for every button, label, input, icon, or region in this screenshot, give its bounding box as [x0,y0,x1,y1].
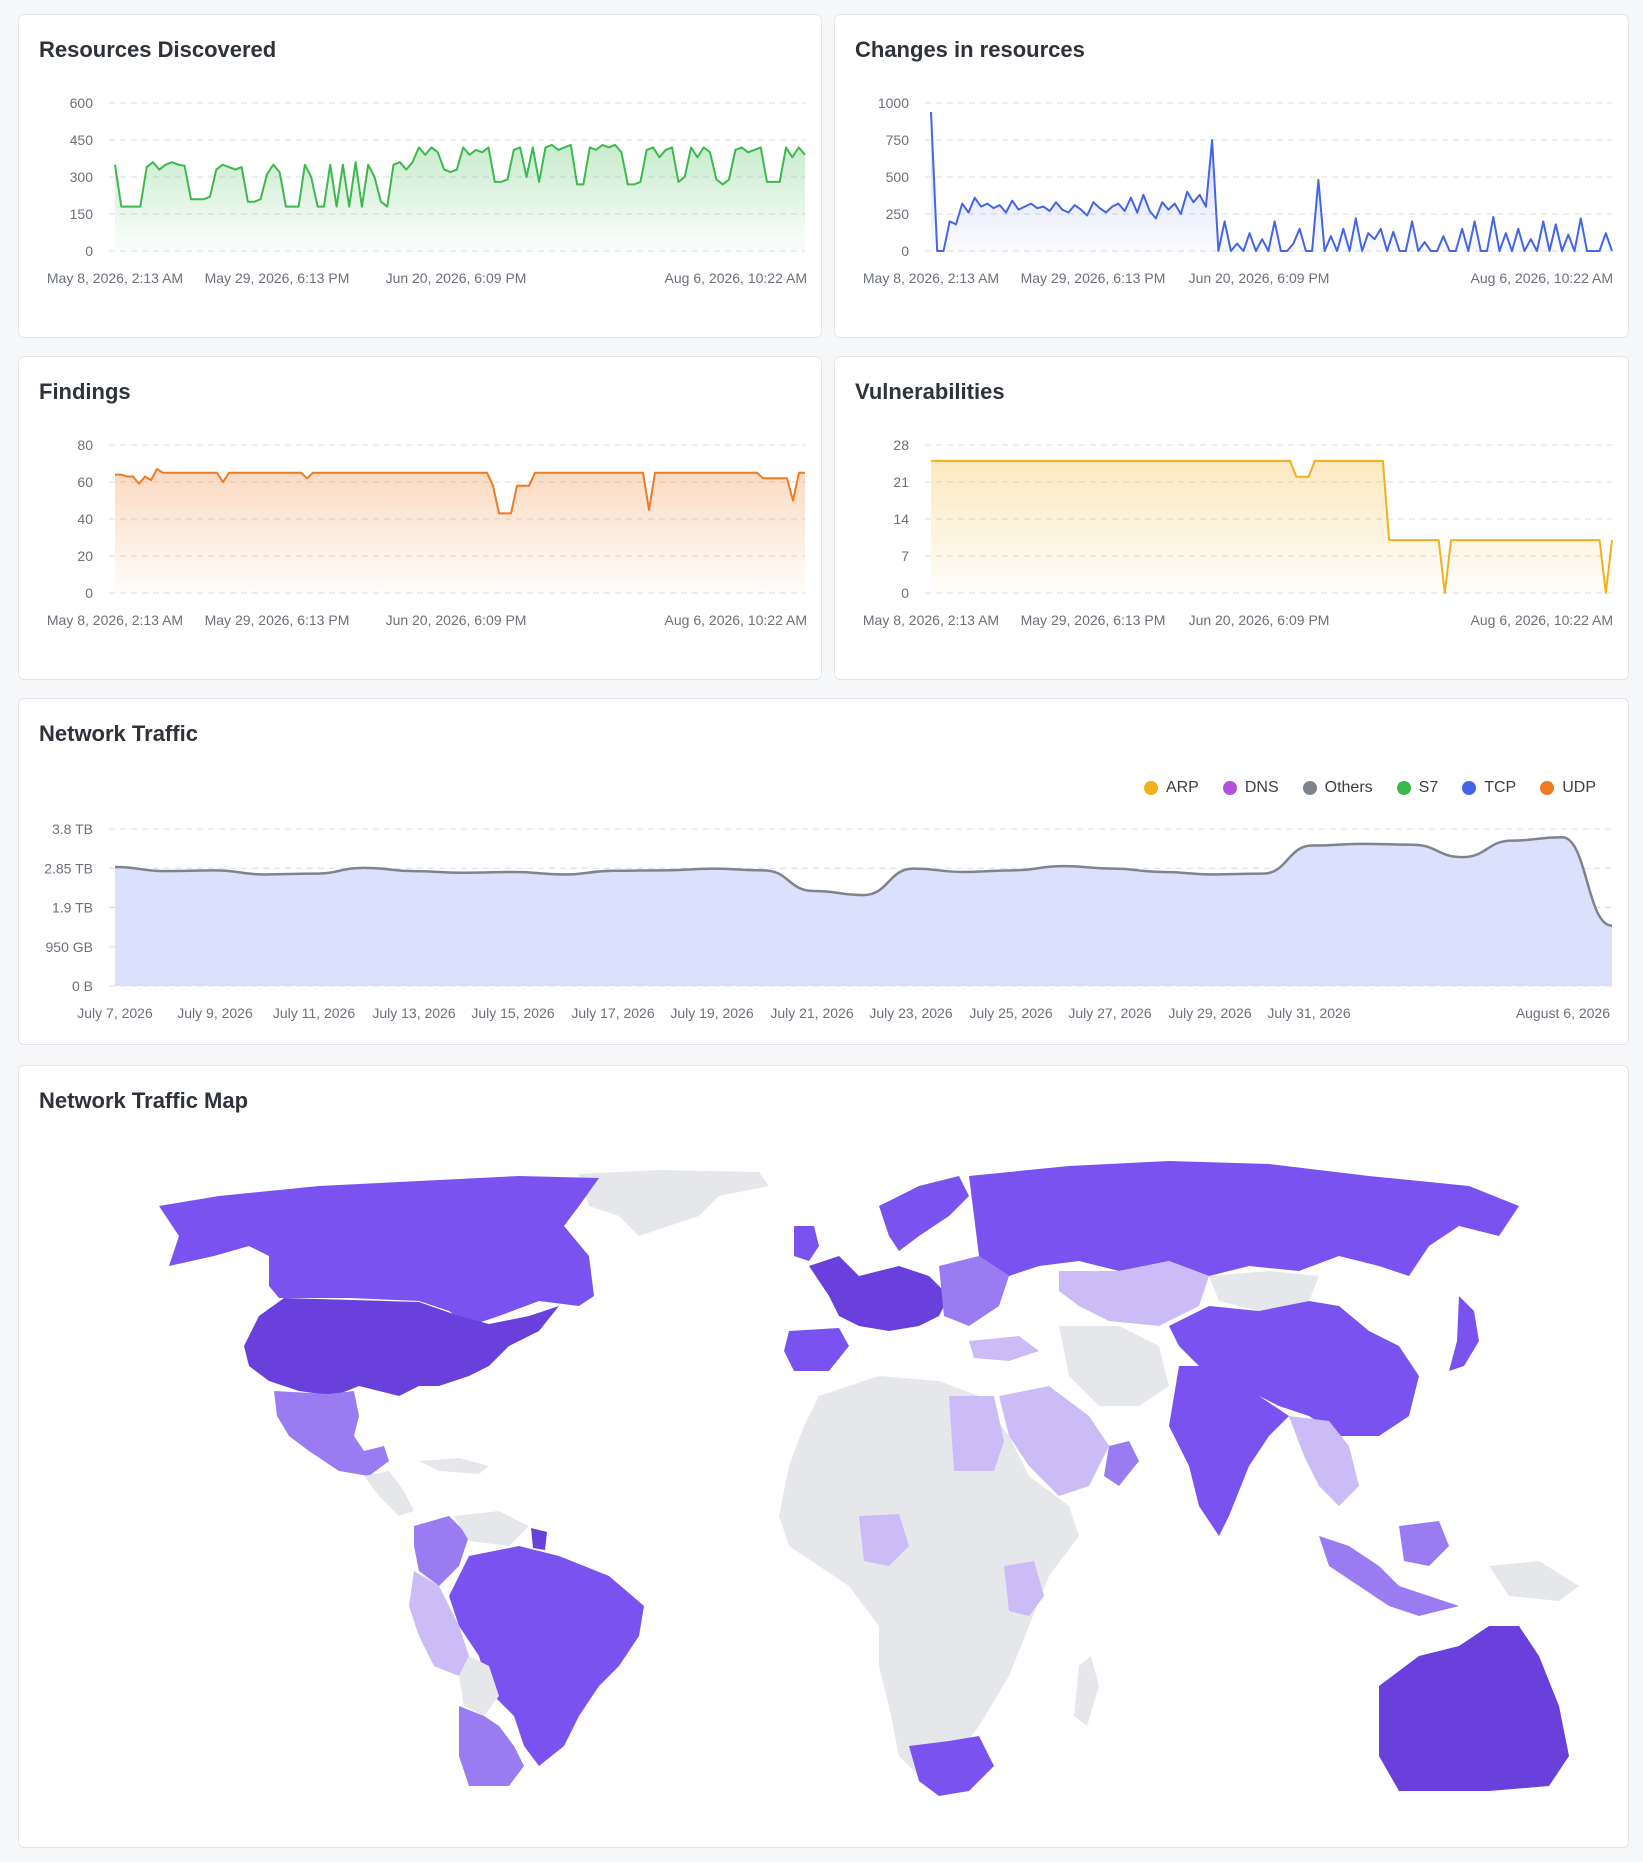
x-tick-label: July 29, 2026 [1168,1005,1251,1021]
map-region-argentina[interactable] [459,1706,524,1786]
x-tick-label: May 29, 2026, 6:13 PM [1021,270,1166,286]
x-tick-label: May 29, 2026, 6:13 PM [1021,612,1166,628]
map-region-scandinavia[interactable] [879,1176,969,1251]
map-region-papua[interactable] [1489,1561,1579,1601]
map-region-uk[interactable] [794,1226,819,1261]
y-tick-label: 300 [70,169,94,185]
changes-in-resources-card: Changes in resources 0 250 500 750 1000 May 8… [834,14,1629,338]
x-tick-label: July 15, 2026 [471,1005,554,1021]
y-tick-label: 750 [886,132,910,148]
x-tick-label: Aug 6, 2026, 10:22 AM [665,270,807,286]
findings-card: Findings 0 20 40 60 80 May 8, 2026, 2:13 AM Ma… [18,356,822,680]
y-tick-label: 450 [70,132,94,148]
map-region-borneo[interactable] [1399,1521,1449,1566]
vulnerabilities-card: Vulnerabilities 0 7 14 21 28 May 8, 2026, 2:1… [834,356,1629,680]
x-tick-label: July 31, 2026 [1267,1005,1350,1021]
map-region-western-europe[interactable] [809,1256,949,1331]
map-region-japan[interactable] [1449,1296,1479,1371]
map-region-turkey[interactable] [969,1336,1039,1361]
y-tick-label: 21 [893,474,909,490]
x-tick-label: Jun 20, 2026, 6:09 PM [386,270,527,286]
map-region-south-africa[interactable] [909,1736,994,1796]
y-tick-label: 60 [77,474,93,490]
network-traffic-card: Network Traffic ARP DNS Others S7 TCP UD… [18,698,1629,1045]
x-tick-label: July 25, 2026 [969,1005,1052,1021]
y-tick-label: 500 [886,169,910,185]
network-traffic-chart: 0 B 950 GB 1.9 TB 2.85 TB 3.8 TB July 7, 2026… [44,821,1613,1021]
y-tick-label: 2.85 TB [44,860,93,876]
y-tick-label: 40 [77,511,93,527]
y-tick-label: 950 GB [46,939,93,955]
x-tick-label: Jun 20, 2026, 6:09 PM [1189,612,1330,628]
y-tick-label: 150 [70,206,94,222]
y-tick-label: 600 [70,95,94,111]
x-tick-label: May 29, 2026, 6:13 PM [205,270,350,286]
x-tick-label: July 27, 2026 [1068,1005,1151,1021]
world-map[interactable] [19,1066,1630,1849]
x-tick-label: Jun 20, 2026, 6:09 PM [386,612,527,628]
map-region-russia[interactable] [969,1161,1519,1276]
y-tick-label: 0 [85,243,93,259]
y-tick-label: 0 [901,585,909,601]
x-tick-label: July 9, 2026 [177,1005,253,1021]
x-tick-label: May 8, 2026, 2:13 AM [47,270,183,286]
x-tick-label: Aug 6, 2026, 10:22 AM [665,612,807,628]
y-tick-label: 3.8 TB [52,821,93,837]
map-region-mexico[interactable] [274,1391,389,1476]
map-region-caribbean[interactable] [419,1458,489,1474]
x-tick-label: May 8, 2026, 2:13 AM [863,270,999,286]
changes-in-resources-chart: 0 250 500 750 1000 May 8, 2026, 2:13 AM May 29… [863,95,1613,286]
x-tick-label: July 23, 2026 [869,1005,952,1021]
x-tick-label: July 17, 2026 [571,1005,654,1021]
map-region-guyana[interactable] [531,1528,547,1550]
map-region-iran[interactable] [1059,1326,1169,1406]
resources-discovered-chart: 0 150 300 450 600 May 8, 2026, 2:13 AM May 29,… [47,95,807,286]
x-tick-label: July 19, 2026 [670,1005,753,1021]
y-tick-label: 1.9 TB [52,900,93,916]
map-region-madagascar[interactable] [1074,1656,1099,1726]
y-tick-label: 80 [77,437,93,453]
x-tick-label: May 8, 2026, 2:13 AM [47,612,183,628]
x-tick-label: May 8, 2026, 2:13 AM [863,612,999,628]
y-tick-label: 20 [77,548,93,564]
map-region-central-america[interactable] [364,1471,414,1516]
x-tick-label: Aug 6, 2026, 10:22 AM [1471,612,1613,628]
network-traffic-map-card: Network Traffic Map [18,1065,1629,1848]
x-tick-label: Jun 20, 2026, 6:09 PM [1189,270,1330,286]
x-tick-label: July 13, 2026 [372,1005,455,1021]
y-tick-label: 28 [893,437,909,453]
series-area [115,837,1612,986]
map-region-egypt[interactable] [949,1396,1004,1471]
y-tick-label: 7 [901,548,909,564]
x-tick-label: July 21, 2026 [770,1005,853,1021]
findings-chart: 0 20 40 60 80 May 8, 2026, 2:13 AM May 29, 202… [47,437,807,628]
map-region-australia[interactable] [1379,1626,1569,1791]
series-area [115,469,805,593]
series-area [931,111,1612,252]
y-tick-label: 0 [85,585,93,601]
x-tick-label: Aug 6, 2026, 10:22 AM [1471,270,1613,286]
map-region-kazakhstan[interactable] [1059,1261,1209,1326]
vulnerabilities-chart: 0 7 14 21 28 May 8, 2026, 2:13 AM May 29, 2026… [863,437,1613,628]
y-tick-label: 1000 [878,95,909,111]
x-tick-label: July 7, 2026 [77,1005,153,1021]
map-region-usa[interactable] [244,1298,559,1396]
series-area [931,460,1612,593]
resources-discovered-card: Resources Discovered 0 150 300 450 600 May 8,… [18,14,822,338]
y-tick-label: 0 B [72,978,93,994]
x-tick-label: August 6, 2026 [1516,1005,1610,1021]
map-region-greenland[interactable] [579,1170,769,1236]
map-region-iberia[interactable] [784,1328,849,1371]
y-tick-label: 14 [893,511,909,527]
map-region-oman[interactable] [1104,1441,1139,1486]
x-tick-label: May 29, 2026, 6:13 PM [205,612,350,628]
x-tick-label: July 11, 2026 [273,1005,355,1021]
y-tick-label: 0 [901,243,909,259]
y-tick-label: 250 [886,206,910,222]
